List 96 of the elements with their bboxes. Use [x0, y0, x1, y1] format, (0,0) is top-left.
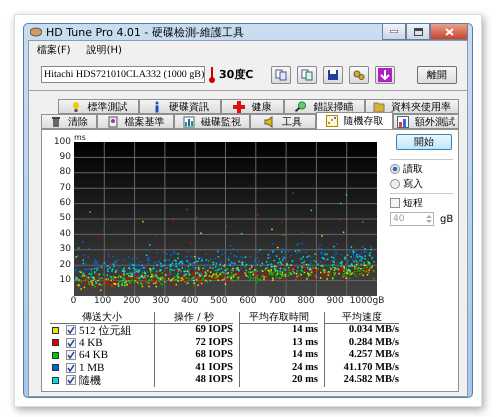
table-cell: 1 MB — [79, 362, 104, 374]
axis-label: 50 — [60, 213, 71, 224]
axis-label: 700 — [267, 296, 287, 308]
window-title: HD Tune Pro 4.01 - 硬碟檢測-維護工具 — [46, 24, 245, 40]
copy-all-button[interactable] — [297, 66, 317, 84]
tab[interactable]: 標準測試 — [58, 99, 140, 114]
copy-icon — [301, 68, 313, 80]
table-cell: 48 IOPS — [195, 374, 233, 386]
tab[interactable]: 額外測試 — [392, 114, 460, 129]
download-button[interactable] — [375, 66, 395, 84]
axis-label: 60 — [60, 198, 71, 210]
table-cell: 4.257 MB/s — [348, 349, 399, 362]
search-icon — [295, 100, 308, 112]
copy-icon — [275, 68, 287, 80]
table-cell: 41 IOPS — [195, 362, 233, 374]
column-header: 操作 / 秒 — [155, 310, 233, 324]
axis-label: 800 — [296, 296, 316, 308]
axis-label: 600 — [238, 296, 258, 308]
table-cell: 13 ms — [292, 336, 318, 349]
table-cell: 69 IOPS — [195, 324, 233, 336]
checkbox[interactable] — [66, 362, 76, 373]
unit-label: gB — [440, 214, 454, 224]
axis-label: 80 — [60, 167, 71, 178]
table-cell: 41.170 MB/s — [344, 362, 399, 374]
plus-icon — [233, 100, 246, 112]
spin-arrows-icon — [425, 213, 433, 225]
checkbox[interactable] — [66, 325, 76, 336]
checkbox[interactable] — [66, 375, 76, 386]
minimize-icon — [390, 30, 398, 33]
axis-label: 300 — [151, 296, 170, 308]
axis-label: 900 — [326, 296, 345, 308]
copy-button[interactable] — [271, 66, 291, 84]
table-cell-text: 512 位元組 — [79, 324, 132, 338]
checkbox[interactable] — [66, 338, 76, 348]
gears-icon — [353, 68, 365, 80]
axis-label: 70 — [60, 182, 71, 194]
axis-label: 500 — [209, 296, 228, 308]
maximize-icon — [414, 28, 422, 36]
axis-label: 90 — [60, 152, 71, 163]
minimize-button[interactable] — [382, 24, 406, 40]
drive-dropdown[interactable]: Hitachi HDS721010CLA332 (1000 gB) — [41, 66, 205, 83]
table-cell: 68 IOPS — [195, 349, 233, 362]
tab[interactable]: 檔案基準 — [97, 114, 174, 129]
table-cell: 72 IOPS — [195, 336, 233, 349]
table-cell: 14 ms — [292, 349, 318, 362]
checkbox[interactable] — [390, 198, 400, 208]
table-cell-text: 隨機 — [79, 374, 101, 388]
trash-icon — [50, 116, 62, 128]
temperature-reading: 30度C — [219, 67, 254, 82]
axis-unit: ms — [74, 134, 86, 142]
options-button[interactable] — [349, 66, 369, 84]
menu-item[interactable]: 檔案(F) — [37, 43, 71, 57]
tab[interactable]: 磁碟監視 — [174, 114, 250, 129]
column-header: 平均速度 — [325, 310, 399, 324]
checkbox-label: 短程 — [403, 197, 423, 210]
table-cell: 20 ms — [292, 374, 318, 386]
document-icon — [106, 116, 119, 128]
close-icon — [444, 28, 454, 36]
table-cell: 64 KB — [79, 349, 108, 362]
save-button[interactable] — [323, 66, 343, 84]
close-button[interactable] — [430, 24, 468, 40]
start-button[interactable]: 開始 — [396, 134, 452, 150]
table-cell: 24.582 MB/s — [344, 374, 399, 386]
exit-button[interactable]: 離開 — [417, 66, 457, 84]
axis-label: 40 — [60, 228, 71, 240]
checkbox[interactable] — [66, 350, 76, 360]
axis-label: 10 — [60, 275, 71, 286]
axis-label: 30 — [60, 244, 71, 256]
axis-label: 200 — [122, 296, 142, 308]
table-cell: 24 ms — [292, 362, 318, 374]
axis-label: 20 — [60, 260, 71, 271]
scatter-chart-icon — [326, 115, 338, 127]
radio-button[interactable] — [390, 164, 400, 174]
axis-label: 400 — [180, 296, 200, 308]
table-cell: 4 KB — [79, 336, 103, 349]
down-arrow-icon — [378, 68, 392, 82]
radio-button[interactable] — [390, 179, 400, 189]
tab[interactable]: 隨機存取 — [316, 112, 393, 129]
thermometer-icon — [209, 66, 215, 82]
axis-label: 100 — [54, 136, 71, 148]
menu-item[interactable]: 說明(H) — [86, 43, 122, 57]
maximize-button[interactable] — [406, 24, 430, 40]
table-cell: 0.284 MB/s — [348, 336, 399, 349]
axis-label: 0 — [70, 296, 78, 308]
tab[interactable]: 清除 — [41, 114, 98, 129]
column-header: 平均存取時間 — [240, 310, 318, 324]
tab[interactable]: 工具 — [250, 114, 316, 129]
table-cell: 0.034 MB/s — [348, 324, 399, 336]
table-cell: 14 ms — [292, 324, 318, 336]
axis-label: 100 — [93, 296, 112, 308]
radio-label: 寫入 — [403, 178, 423, 191]
tab[interactable]: 錯誤掃瞄 — [284, 99, 366, 114]
radio-label: 讀取 — [403, 162, 423, 176]
tab[interactable]: 硬碟資訊 — [139, 99, 221, 114]
tab[interactable]: 資料夾使用率 — [365, 99, 460, 114]
tab[interactable]: 健康 — [220, 99, 284, 114]
